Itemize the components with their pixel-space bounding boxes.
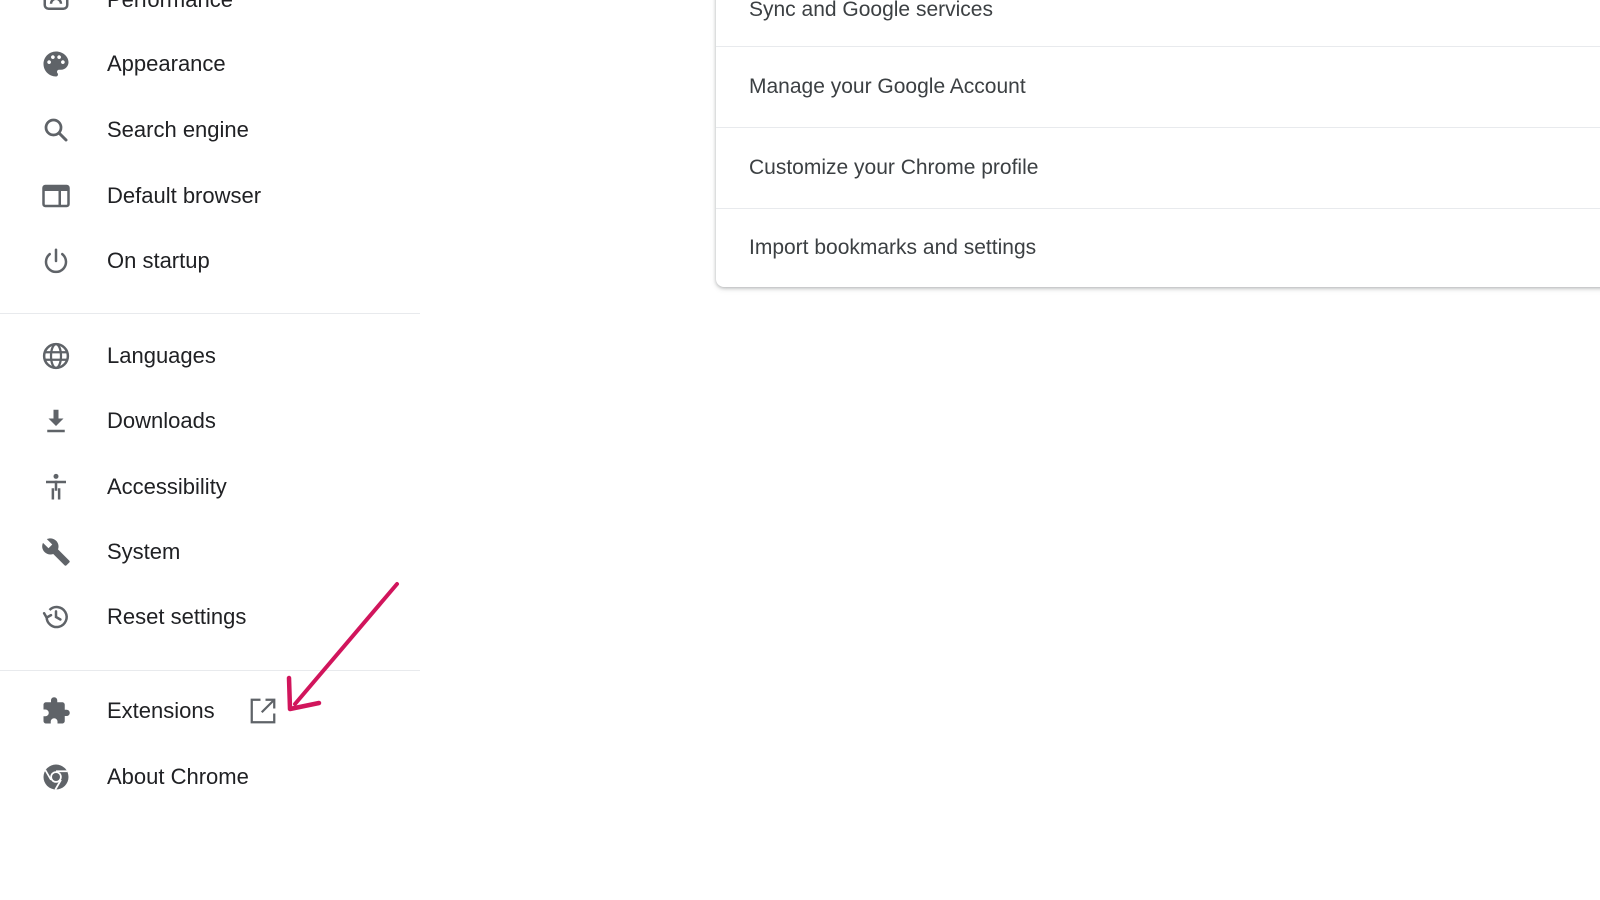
row-label: Import bookmarks and settings <box>749 236 1037 259</box>
accessibility-icon <box>40 471 72 503</box>
sidebar-item-default-browser[interactable]: Default browser <box>0 168 420 224</box>
settings-sidebar: Performance Appearance Search engine Def… <box>0 0 420 900</box>
sidebar-item-label: On startup <box>107 248 210 273</box>
browser-window-icon <box>40 180 72 212</box>
you-and-google-card: Sync and Google services Manage your Goo… <box>716 0 1600 287</box>
sidebar-item-about-chrome[interactable]: About Chrome <box>0 749 420 805</box>
sidebar-item-reset-settings[interactable]: Reset settings <box>0 589 420 645</box>
sidebar-divider <box>0 313 420 314</box>
search-icon <box>40 114 72 146</box>
sidebar-item-label: System <box>107 539 181 564</box>
sidebar-item-label: About Chrome <box>107 764 249 789</box>
sidebar-item-performance[interactable]: Performance <box>0 0 420 28</box>
sidebar-item-appearance[interactable]: Appearance <box>0 36 420 92</box>
sidebar-item-label: Languages <box>107 343 216 368</box>
row-manage-google-account[interactable]: Manage your Google Account <box>716 47 1600 127</box>
row-sync-google-services[interactable]: Sync and Google services <box>716 0 1600 50</box>
chrome-icon <box>40 761 72 793</box>
row-import-bookmarks[interactable]: Import bookmarks and settings <box>716 208 1600 288</box>
row-label: Customize your Chrome profile <box>749 156 1039 179</box>
sidebar-item-accessibility[interactable]: Accessibility <box>0 459 420 515</box>
speedometer-icon <box>40 0 72 16</box>
globe-icon <box>40 340 72 372</box>
palette-icon <box>40 48 72 80</box>
puzzle-icon <box>40 695 72 727</box>
row-label: Manage your Google Account <box>749 75 1026 98</box>
row-customize-chrome-profile[interactable]: Customize your Chrome profile <box>716 128 1600 208</box>
sidebar-divider <box>0 670 420 671</box>
sidebar-item-downloads[interactable]: Downloads <box>0 393 420 449</box>
sidebar-item-label: Accessibility <box>107 474 227 499</box>
sidebar-item-label: Appearance <box>107 51 226 76</box>
sidebar-item-label: Default browser <box>107 183 262 208</box>
settings-page: Performance Appearance Search engine Def… <box>0 0 1600 900</box>
sidebar-item-on-startup[interactable]: On startup <box>0 233 420 289</box>
sidebar-item-languages[interactable]: Languages <box>0 328 420 384</box>
sidebar-item-search-engine[interactable]: Search engine <box>0 102 420 158</box>
power-icon <box>40 245 72 277</box>
row-label: Sync and Google services <box>749 0 993 21</box>
sidebar-item-label: Downloads <box>107 408 216 433</box>
sidebar-item-system[interactable]: System <box>0 524 420 580</box>
wrench-icon <box>40 536 72 568</box>
sidebar-item-label: Search engine <box>107 117 249 142</box>
download-icon <box>40 405 72 437</box>
history-icon <box>40 601 72 633</box>
open-in-new-icon[interactable] <box>248 696 278 726</box>
sidebar-item-label: Reset settings <box>107 604 247 629</box>
sidebar-item-extensions[interactable]: Extensions <box>0 683 420 739</box>
sidebar-item-label: Performance <box>107 0 233 13</box>
sidebar-item-label: Extensions <box>107 698 215 723</box>
